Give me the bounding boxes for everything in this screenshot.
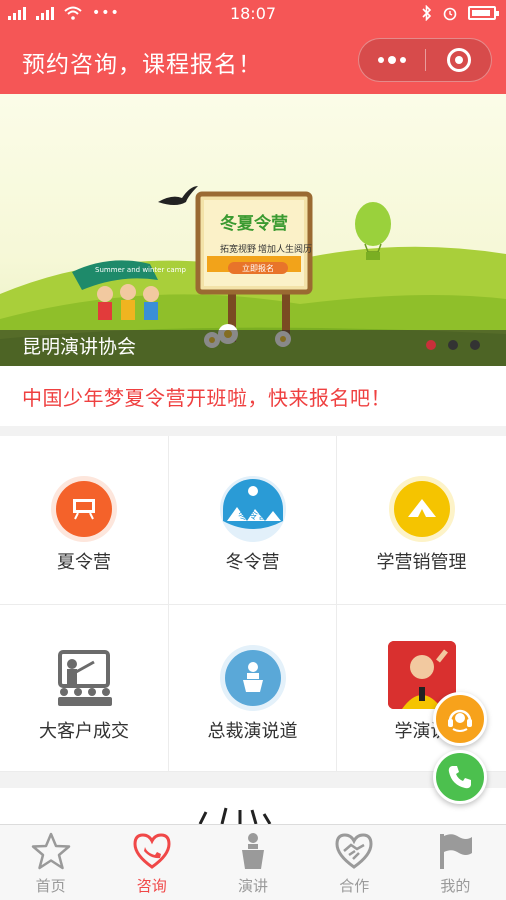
heart-phone-icon xyxy=(133,833,171,869)
tab-label: 咨询 xyxy=(136,877,167,895)
tab-cooperation[interactable]: 合作 xyxy=(304,825,405,900)
sign-line1: 拓宽视野 xyxy=(220,243,256,255)
decorative-drawing xyxy=(198,807,272,825)
title-bar: 预约咨询，课程报名！ xyxy=(0,28,506,94)
banner-carousel[interactable]: Summer and winter camp 冬夏令营 拓宽视野 增加人生阅历 … xyxy=(0,94,506,366)
banner-illustration: Summer and winter camp 冬夏令营 拓宽视野 增加人生阅历 … xyxy=(0,186,506,366)
tab-label: 合作 xyxy=(339,877,370,895)
winter-snow-icon: 冬令营 xyxy=(219,476,286,542)
grid-item-marketing[interactable]: 学营销管理 xyxy=(337,436,506,605)
page-title: 预约咨询，课程报名！ xyxy=(22,52,262,78)
notice-text: 中国少年梦夏令营开班啦，快来报名吧！ xyxy=(22,386,391,410)
grid-item-label: 总裁演说道 xyxy=(207,721,298,742)
tab-consult[interactable]: 咨询 xyxy=(101,825,202,900)
status-right xyxy=(422,5,499,21)
grid-item-winter-camp[interactable]: 冬令营 冬令营 xyxy=(169,436,337,605)
grid-item-summer-camp[interactable]: 夏令营 xyxy=(0,436,169,605)
swallow-icon xyxy=(158,186,198,205)
bluetooth-icon xyxy=(422,5,432,21)
speaker-icon xyxy=(242,833,264,869)
target-icon xyxy=(446,48,471,72)
speaker-podium-icon xyxy=(219,645,286,711)
grid-item-label: 夏令营 xyxy=(57,552,111,573)
tab-label: 我的 xyxy=(440,877,471,895)
grid-item-label: 学营销管理 xyxy=(376,552,467,573)
sign-title: 冬夏令营 xyxy=(220,213,288,234)
flag-icon xyxy=(440,834,473,869)
banner-caption: 昆明演讲协会 xyxy=(22,336,137,358)
notice-bar[interactable]: 中国少年梦夏令营开班啦，快来报名吧！ xyxy=(0,366,506,426)
carousel-dot[interactable] xyxy=(426,340,436,350)
phone-icon xyxy=(448,766,471,789)
carousel-dot[interactable] xyxy=(448,340,458,350)
phone-call-button[interactable] xyxy=(433,750,487,804)
customer-service-button[interactable] xyxy=(433,692,487,746)
tab-label: 首页 xyxy=(35,877,66,895)
miniprogram-capsule xyxy=(358,38,492,82)
battery-icon xyxy=(468,6,499,20)
flag-caption: Summer and winter camp xyxy=(95,266,187,274)
carousel-dot[interactable] xyxy=(470,340,480,350)
grid-item-key-accounts[interactable]: 大客户成交 xyxy=(0,605,169,772)
presentation-board-icon xyxy=(51,476,117,542)
grid-item-label: 大客户成交 xyxy=(39,721,129,742)
tab-label: 演讲 xyxy=(238,877,269,895)
grid-item-learn-speech[interactable]: 学演讲 xyxy=(337,605,506,772)
close-miniprogram-button[interactable] xyxy=(426,48,491,72)
tab-home[interactable]: 首页 xyxy=(0,825,101,900)
balloon-icon xyxy=(355,202,391,246)
category-grid: 夏令营 冬令营 冬令营 学营销管理 大客户成交 总裁演说道 学演讲 xyxy=(0,436,506,772)
more-menu-button[interactable] xyxy=(359,56,425,64)
star-icon xyxy=(31,832,70,870)
status-bar: ••• 18:07 xyxy=(0,0,506,28)
classroom-teacher-icon xyxy=(51,645,117,711)
sign-button: 立即报名 xyxy=(242,263,274,273)
alarm-icon xyxy=(443,7,457,21)
tab-mine[interactable]: 我的 xyxy=(405,825,506,900)
carousel-indicator xyxy=(426,340,480,350)
headset-icon xyxy=(448,709,472,732)
bottom-tab-bar: 首页 咨询 演讲 合作 我的 xyxy=(0,824,506,900)
handshake-icon xyxy=(335,833,373,869)
tent-icon xyxy=(388,476,455,542)
next-section-preview xyxy=(0,788,506,825)
svg-text:冬令营: 冬令营 xyxy=(238,509,268,522)
grid-item-label: 冬令营 xyxy=(225,552,280,573)
grid-item-ceo-speech[interactable]: 总裁演说道 xyxy=(169,605,337,772)
sign-line2: 增加人生阅历 xyxy=(258,243,312,255)
tab-speech[interactable]: 演讲 xyxy=(202,825,303,900)
